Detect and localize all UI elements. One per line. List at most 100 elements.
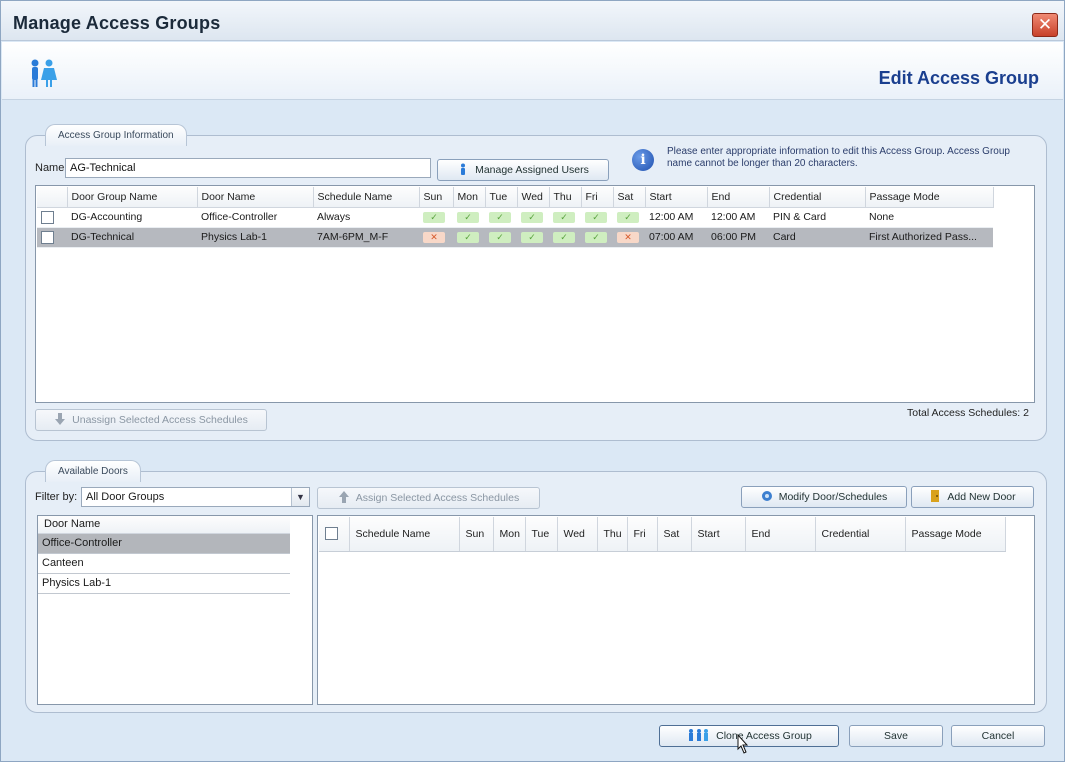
- select-all-checkbox[interactable]: [325, 527, 338, 541]
- check-icon: ✓: [489, 231, 511, 243]
- info-icon: i: [632, 149, 654, 171]
- check-icon: ✓: [423, 211, 445, 223]
- row-select-cell: [37, 207, 67, 228]
- column-header[interactable]: Mon: [493, 517, 526, 552]
- assigned-schedules-grid: Door Group Name Door Name Schedule Name Sun…: [37, 187, 994, 248]
- assign-schedules-label: Assign Selected Access Schedules: [355, 492, 520, 504]
- day-cell: ✓: [581, 207, 613, 228]
- modify-door-schedules-button[interactable]: Modify Door/Schedules: [741, 486, 907, 508]
- available-header-row: Schedule Name Sun Mon Tue Wed Thu Fri Sat Start E…: [319, 517, 1006, 552]
- day-cell: ✓: [485, 207, 517, 228]
- cross-icon: ✕: [617, 231, 639, 243]
- door-list-item[interactable]: Office-Controller: [38, 534, 290, 554]
- column-header[interactable]: Tue: [525, 517, 558, 552]
- door-name-cell: Physics Lab-1: [197, 227, 313, 248]
- column-header[interactable]: Schedule Name: [313, 187, 420, 208]
- up-arrow-icon: [338, 491, 349, 503]
- check-icon: ✓: [585, 231, 607, 243]
- chevron-down-icon[interactable]: ▼: [291, 488, 309, 506]
- manage-assigned-users-label: Manage Assigned Users: [475, 164, 589, 176]
- table-row[interactable]: DG-Accounting Office-Controller Always ✓ ✓ ✓ ✓…: [37, 207, 993, 228]
- select-column-header: [37, 187, 68, 208]
- door-list-header: Door Name: [38, 516, 290, 534]
- check-icon: ✓: [489, 211, 511, 223]
- column-header[interactable]: End: [745, 517, 816, 552]
- door-group-cell: DG-Accounting: [67, 207, 197, 228]
- column-header[interactable]: Sat: [657, 517, 692, 552]
- end-time-cell: 12:00 AM: [707, 207, 769, 228]
- filter-by-label: Filter by:: [35, 491, 78, 503]
- name-field[interactable]: AG-Technical: [65, 158, 431, 178]
- day-cell: ✓: [581, 227, 613, 248]
- credential-cell: Card: [769, 227, 865, 248]
- door-list-item[interactable]: Canteen: [38, 554, 290, 574]
- clone-access-group-button[interactable]: Clone Access Group: [659, 725, 839, 747]
- column-header[interactable]: Fri: [581, 187, 614, 208]
- column-header[interactable]: Thu: [549, 187, 582, 208]
- credential-cell: PIN & Card: [769, 207, 865, 228]
- unassign-schedules-label: Unassign Selected Access Schedules: [72, 414, 248, 426]
- person-icon: [461, 163, 466, 175]
- column-header[interactable]: Door Group Name: [67, 187, 198, 208]
- day-cell: ✓: [549, 227, 581, 248]
- column-header[interactable]: Credential: [769, 187, 866, 208]
- check-icon: ✓: [521, 231, 543, 243]
- modify-door-schedules-label: Modify Door/Schedules: [778, 491, 888, 503]
- column-header[interactable]: Fri: [627, 517, 658, 552]
- manage-assigned-users-button[interactable]: Manage Assigned Users: [437, 159, 609, 181]
- check-icon: ✓: [553, 211, 575, 223]
- check-icon: ✓: [457, 231, 479, 243]
- column-header[interactable]: Start: [691, 517, 746, 552]
- total-schedules-count: Total Access Schedules: 2: [907, 407, 1029, 419]
- column-header[interactable]: Credential: [815, 517, 906, 552]
- day-cell: ✓: [549, 207, 581, 228]
- available-schedules-grid: Schedule Name Sun Mon Tue Wed Thu Fri Sat Start E…: [319, 517, 1006, 552]
- passage-mode-cell: None: [865, 207, 993, 228]
- column-header[interactable]: Passage Mode: [865, 187, 994, 208]
- mouse-cursor-icon: [737, 733, 749, 754]
- table-row[interactable]: DG-Technical Physics Lab-1 7AM-6PM_M-F ✕ ✓ ✓ ✓…: [37, 227, 993, 248]
- column-header[interactable]: Sat: [613, 187, 646, 208]
- schedule-name-cell: Always: [313, 207, 419, 228]
- cancel-button[interactable]: Cancel: [951, 725, 1045, 747]
- available-doors-tab: Available Doors: [45, 460, 141, 482]
- column-header[interactable]: Passage Mode: [905, 517, 1006, 552]
- save-button[interactable]: Save: [849, 725, 943, 747]
- unassign-schedules-button[interactable]: Unassign Selected Access Schedules: [35, 409, 267, 431]
- column-header[interactable]: Start: [645, 187, 708, 208]
- close-button[interactable]: ✕: [1032, 13, 1058, 37]
- people-icon: [689, 729, 709, 741]
- column-header[interactable]: Mon: [453, 187, 486, 208]
- assign-schedules-button[interactable]: Assign Selected Access Schedules: [317, 487, 540, 509]
- column-header[interactable]: Sun: [419, 187, 454, 208]
- door-icon: [931, 490, 940, 502]
- row-checkbox[interactable]: [41, 210, 54, 224]
- column-header[interactable]: Sun: [459, 517, 494, 552]
- check-icon: ✓: [457, 211, 479, 223]
- manage-access-groups-window: Manage Access Groups ✕ Edit Access Group…: [0, 0, 1065, 762]
- check-icon: ✓: [521, 211, 543, 223]
- add-new-door-button[interactable]: Add New Door: [911, 486, 1034, 508]
- column-header[interactable]: Schedule Name: [349, 517, 460, 552]
- day-cell: ✓: [419, 207, 453, 228]
- clone-access-group-label: Clone Access Group: [716, 730, 812, 742]
- filter-door-group-select[interactable]: All Door Groups ▼: [81, 487, 310, 507]
- door-list-item[interactable]: Physics Lab-1: [38, 574, 290, 594]
- table-header-row: Door Group Name Door Name Schedule Name Sun…: [37, 187, 994, 208]
- down-arrow-icon: [55, 413, 66, 425]
- filter-selected-value: All Door Groups: [86, 491, 165, 503]
- column-header[interactable]: Wed: [557, 517, 598, 552]
- column-header[interactable]: Wed: [517, 187, 550, 208]
- row-checkbox[interactable]: [41, 230, 54, 244]
- day-cell: ✓: [517, 227, 549, 248]
- column-header[interactable]: End: [707, 187, 770, 208]
- day-cell: ✓: [453, 207, 485, 228]
- access-group-info-tab: Access Group Information: [45, 124, 187, 146]
- column-header[interactable]: Door Name: [197, 187, 314, 208]
- door-name-cell: Office-Controller: [197, 207, 313, 228]
- check-icon: ✓: [585, 211, 607, 223]
- column-header[interactable]: Thu: [597, 517, 628, 552]
- door-group-cell: DG-Technical: [67, 227, 197, 248]
- schedule-name-cell: 7AM-6PM_M-F: [313, 227, 419, 248]
- column-header[interactable]: Tue: [485, 187, 518, 208]
